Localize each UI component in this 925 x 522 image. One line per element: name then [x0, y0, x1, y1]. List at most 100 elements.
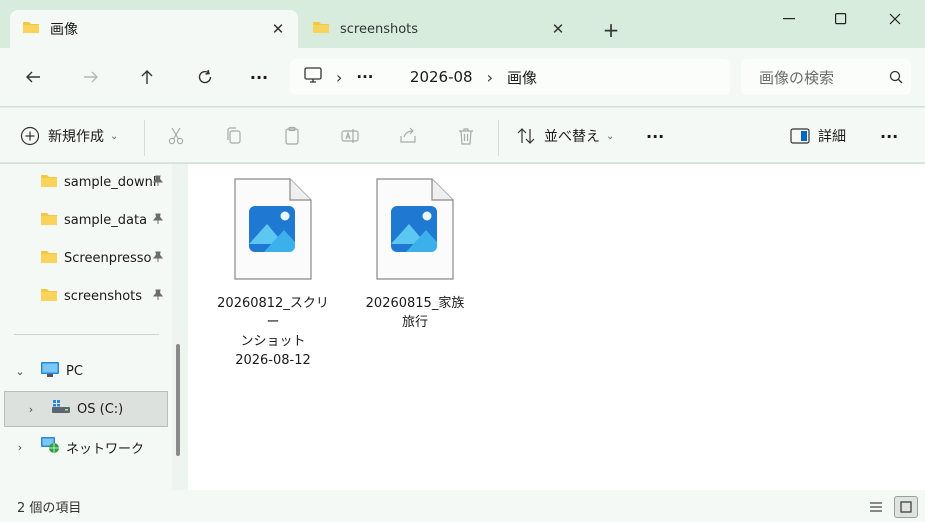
tab-screenshots[interactable]: screenshots ✕ — [300, 10, 578, 48]
new-tab-button[interactable]: + — [596, 16, 626, 44]
image-file-icon — [376, 178, 454, 284]
plus-circle-icon — [20, 126, 40, 146]
pin-icon — [152, 289, 164, 305]
pc-icon — [304, 67, 322, 87]
sidebar-item-label: sample_downl — [64, 174, 157, 190]
sidebar-item-label: Screenpresso — [64, 250, 152, 266]
pin-icon — [152, 175, 164, 191]
navigation-pane: sample_downl sample_data Screenpresso sc… — [0, 164, 188, 490]
sidebar-item-screenshots[interactable]: screenshots — [0, 278, 170, 314]
sidebar-item-network[interactable]: › ネットワーク — [0, 429, 170, 465]
list-view-icon — [870, 502, 882, 512]
trash-icon — [459, 128, 473, 145]
minimize-button[interactable] — [766, 4, 812, 34]
folder-icon — [40, 173, 58, 192]
sort-icon — [517, 128, 535, 144]
sidebar-item-sample-data[interactable]: sample_data — [0, 202, 170, 238]
more-options-button[interactable]: ··· — [646, 120, 664, 152]
chevron-right-icon: › — [486, 67, 494, 87]
title-bar: 画像 ✕ screenshots ✕ + — [0, 0, 925, 48]
pin-icon — [152, 213, 164, 229]
pc-icon — [40, 361, 60, 382]
folder-icon — [312, 19, 330, 39]
sort-button[interactable]: 並べ替え ⌄ — [516, 120, 614, 152]
drive-icon — [51, 399, 71, 419]
sidebar-item-label: OS (C:) — [77, 401, 124, 417]
folder-icon — [40, 211, 58, 230]
arrow-left-icon — [26, 71, 40, 83]
pin-icon — [152, 251, 164, 267]
close-window-button[interactable] — [872, 4, 918, 34]
cut-button[interactable] — [166, 120, 186, 152]
paste-icon — [285, 126, 299, 145]
folder-icon — [40, 287, 58, 306]
file-name: 20260812_スクリー ンショット 2026-08-12 — [217, 296, 329, 368]
breadcrumb-current[interactable]: 画像 — [507, 67, 537, 88]
search-input[interactable]: 画像の検索 — [759, 67, 881, 88]
rename-button[interactable] — [340, 120, 360, 152]
details-view-button[interactable] — [864, 496, 888, 518]
chevron-right-icon: › — [336, 67, 343, 87]
maximize-button[interactable] — [818, 4, 864, 34]
details-pane-icon — [790, 128, 810, 144]
breadcrumb-overflow[interactable]: ··· — [356, 68, 373, 86]
details-button[interactable]: 詳細 — [790, 120, 846, 152]
sidebar-item-screenpresso[interactable]: Screenpresso — [0, 240, 170, 276]
refresh-icon — [198, 69, 212, 84]
sidebar-divider — [14, 334, 159, 335]
divider — [498, 120, 499, 156]
up-button[interactable] — [130, 61, 164, 93]
sidebar-item-label: screenshots — [64, 288, 143, 304]
status-bar: 2 個の項目 — [0, 490, 925, 522]
chevron-down-icon[interactable]: ⌄ — [12, 365, 28, 378]
tab-active[interactable]: 画像 ✕ — [10, 10, 298, 48]
share-icon — [400, 127, 416, 143]
sidebar-scrollbar[interactable] — [172, 164, 188, 490]
divider — [144, 120, 145, 156]
tab-title: screenshots — [340, 21, 419, 37]
scissors-icon — [168, 127, 184, 145]
chevron-down-icon: ⌄ — [110, 130, 119, 142]
back-button[interactable] — [16, 61, 50, 93]
navigation-bar: ··· › ··· › 2026-08 › 画像 画像の検索 — [0, 48, 925, 106]
rename-icon — [341, 129, 359, 143]
chevron-right-icon[interactable]: › — [12, 441, 28, 454]
large-icons-view-button[interactable] — [894, 496, 918, 518]
copy-icon — [227, 127, 241, 144]
chevron-down-icon: ⌄ — [606, 130, 615, 142]
network-icon — [40, 436, 60, 458]
folder-icon — [40, 249, 58, 268]
file-item[interactable]: 20260812_スクリー ンショット 2026-08-12 — [214, 178, 332, 370]
search-icon — [881, 62, 911, 92]
arrow-right-icon — [84, 71, 98, 83]
image-file-icon — [234, 178, 312, 284]
file-list-pane: 20260812_スクリー ンショット 2026-08-12 20260815_… — [188, 164, 925, 490]
close-tab-icon[interactable]: ✕ — [546, 17, 570, 41]
tile-view-icon — [900, 501, 912, 513]
close-tab-icon[interactable]: ✕ — [266, 17, 290, 41]
sort-label: 並べ替え — [544, 129, 600, 145]
sidebar-item-label: PC — [66, 363, 83, 379]
forward-button[interactable] — [74, 61, 108, 93]
tab-title: 画像 — [50, 22, 78, 38]
delete-button[interactable] — [456, 120, 476, 152]
sidebar-item-os-c[interactable]: › OS (C:) — [4, 391, 168, 427]
sidebar-item-sample-downloads[interactable]: sample_downl — [0, 164, 170, 200]
chevron-right-icon[interactable]: › — [23, 403, 39, 416]
more-nav-button[interactable]: ··· — [242, 61, 276, 93]
sidebar-scroll-thumb[interactable] — [176, 344, 180, 456]
share-button[interactable] — [398, 120, 418, 152]
search-box[interactable]: 画像の検索 — [741, 59, 911, 95]
copy-button[interactable] — [224, 120, 244, 152]
file-item[interactable]: 20260815_家族 旅行 — [356, 178, 474, 332]
new-label: 新規作成 — [48, 129, 104, 145]
sidebar-item-pc[interactable]: ⌄ PC — [0, 353, 170, 389]
refresh-button[interactable] — [188, 61, 222, 93]
see-more-button[interactable]: ··· — [880, 120, 898, 152]
breadcrumb-2026-08[interactable]: 2026-08 — [410, 68, 473, 86]
arrow-up-icon — [141, 70, 153, 84]
new-button[interactable]: 新規作成 ⌄ — [20, 120, 118, 152]
paste-button[interactable] — [282, 120, 302, 152]
address-bar[interactable]: › ··· › 2026-08 › 画像 — [290, 59, 730, 95]
details-label: 詳細 — [818, 129, 846, 145]
